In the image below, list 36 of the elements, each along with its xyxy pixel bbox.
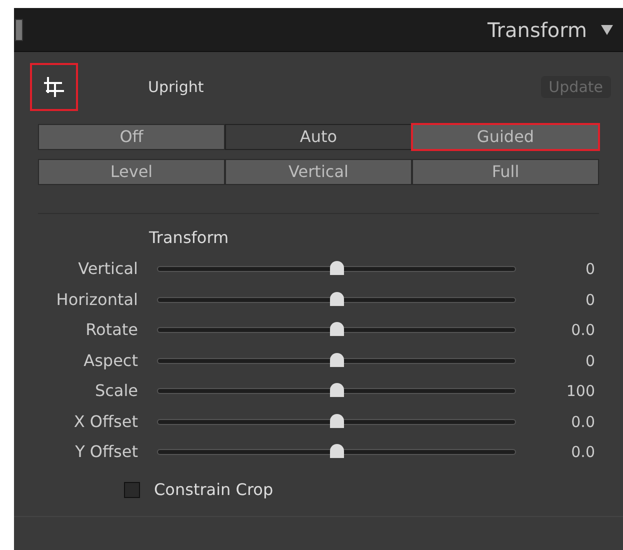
slider-label: Rotate	[84, 319, 138, 342]
slider-thumb[interactable]	[330, 322, 344, 336]
collapse-triangle-icon[interactable]	[601, 24, 613, 34]
slider-label: Y Offset	[74, 441, 138, 464]
slider-thumb[interactable]	[330, 414, 344, 428]
slider-value: 0.0	[570, 412, 595, 432]
slider-thumb[interactable]	[330, 444, 344, 458]
slider-label: Horizontal	[55, 288, 138, 311]
slider-label: Scale	[94, 380, 138, 402]
slider-label: Aspect	[82, 350, 138, 372]
crop-icon	[42, 75, 66, 99]
upright-mode-button[interactable]: Auto	[225, 124, 412, 150]
checkbox[interactable]	[124, 482, 140, 498]
checkbox-label: Constrain Crop	[154, 478, 274, 500]
upright-mode-button[interactable]: Full	[412, 159, 599, 185]
slider-label: Vertical	[77, 258, 138, 280]
upright-mode-button[interactable]: Off	[38, 124, 225, 150]
slider-value: 100	[565, 381, 595, 402]
upright-mode-button[interactable]: Guided	[412, 124, 599, 150]
crop-tool-button[interactable]	[30, 63, 78, 111]
panel-title: Transform	[488, 16, 587, 44]
panel-toggle-icon[interactable]	[15, 18, 23, 40]
upright-label: Upright	[148, 76, 204, 98]
slider-value: 0	[584, 290, 595, 310]
slider-value: 0	[584, 350, 595, 372]
section-title: Transform	[149, 227, 230, 249]
slider-thumb[interactable]	[330, 292, 344, 306]
slider-value: 0.0	[570, 442, 595, 463]
slider-thumb[interactable]	[330, 383, 344, 398]
upright-mode-button[interactable]: Level	[38, 159, 225, 185]
slider-value: 0	[584, 259, 595, 280]
slider-value: 0.0	[570, 320, 595, 341]
slider-label: X Offset	[72, 410, 138, 433]
slider-thumb[interactable]	[330, 352, 344, 367]
upright-mode-button[interactable]: Vertical	[225, 159, 412, 185]
slider-thumb[interactable]	[330, 261, 344, 276]
